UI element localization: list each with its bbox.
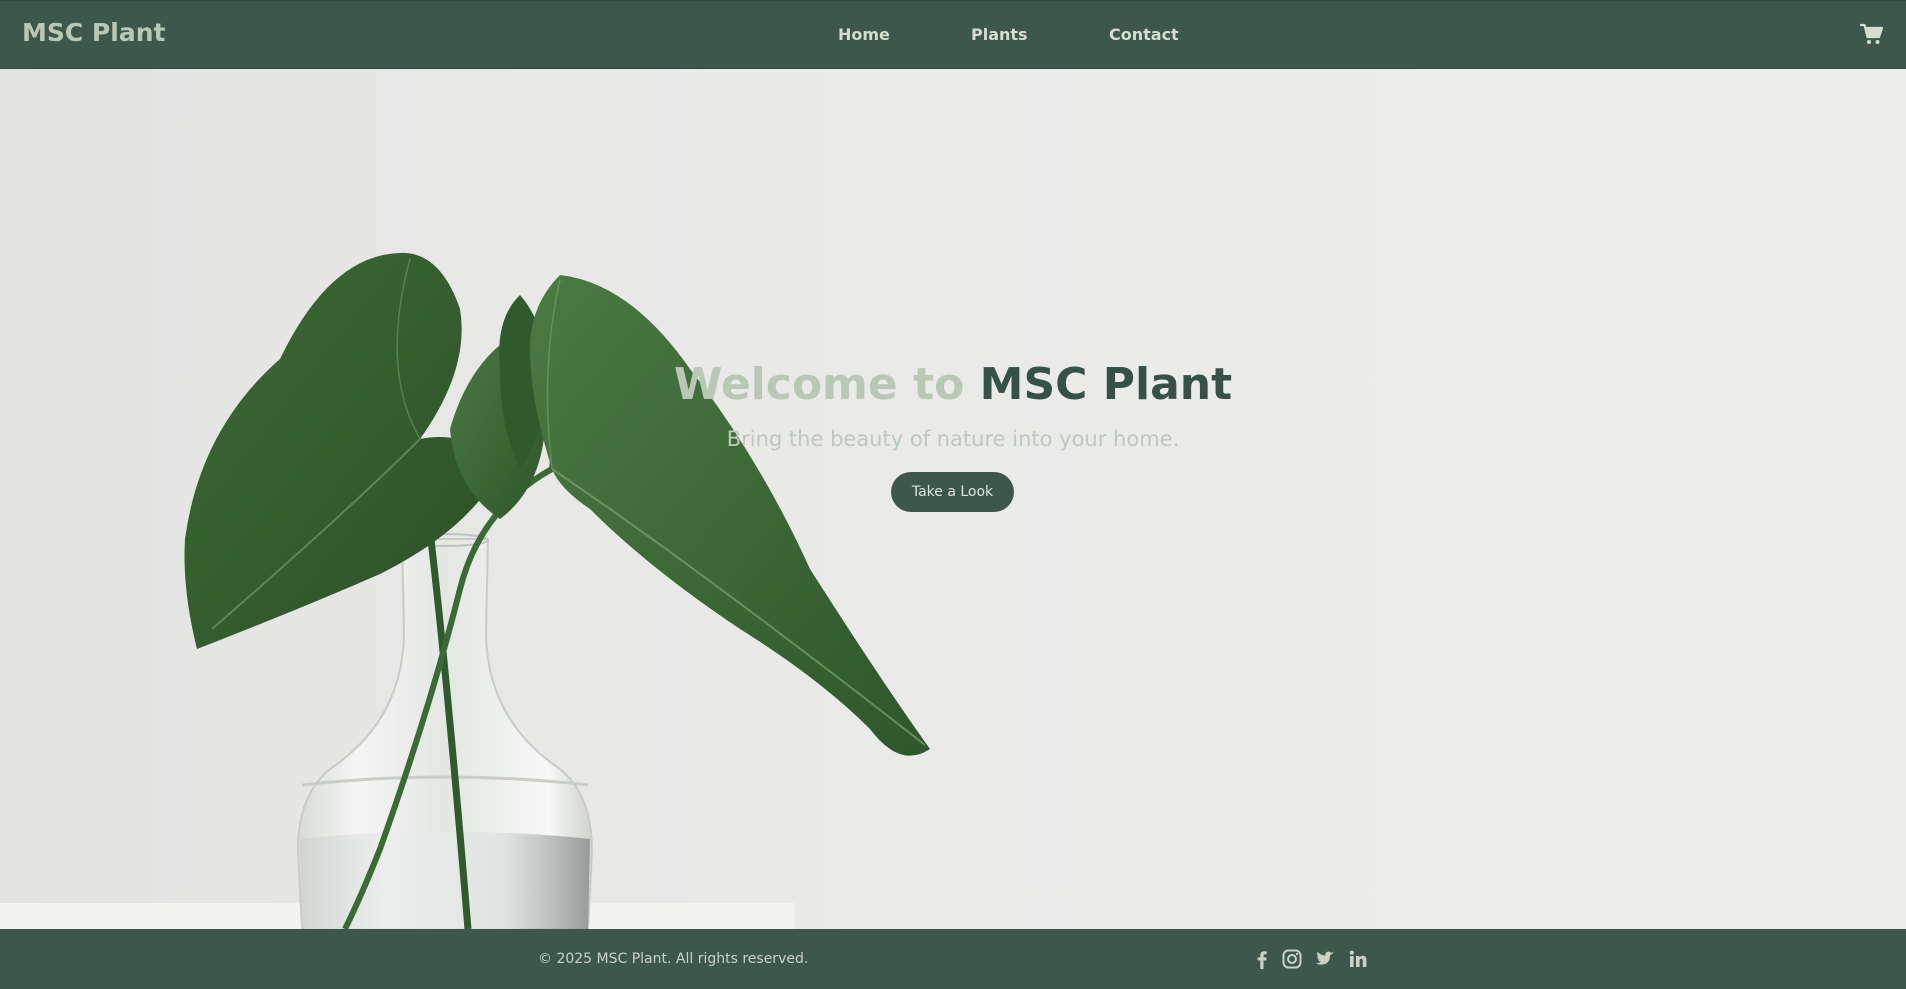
footer: © 2025 MSC Plant. All rights reserved.	[0, 929, 1906, 989]
take-a-look-button[interactable]: Take a Look	[891, 472, 1014, 512]
hero-subtitle: Bring the beauty of nature into your hom…	[726, 427, 1180, 451]
nav-contact-link[interactable]: Contact	[1109, 25, 1179, 44]
linkedin-icon[interactable]	[1347, 948, 1369, 970]
hero-title-lead: Welcome to	[673, 359, 965, 410]
top-navbar: MSC Plant Home Plants Contact	[0, 0, 1906, 69]
hero-section: Welcome to MSC Plant Bring the beauty of…	[0, 69, 1906, 929]
site-logo[interactable]: MSC Plant	[22, 18, 165, 47]
nav-plants-link[interactable]: Plants	[971, 25, 1028, 44]
nav-home-link[interactable]: Home	[838, 25, 890, 44]
plant-vase-image	[0, 252, 930, 929]
copyright-text: © 2025 MSC Plant. All rights reserved.	[538, 951, 809, 967]
facebook-icon[interactable]	[1251, 948, 1273, 970]
twitter-icon[interactable]	[1313, 948, 1335, 970]
instagram-icon[interactable]	[1281, 948, 1303, 970]
shopping-cart-icon[interactable]	[1859, 22, 1884, 46]
hero-title-brand: MSC Plant	[979, 359, 1233, 410]
hero-title: Welcome to MSC Plant	[0, 359, 1906, 410]
